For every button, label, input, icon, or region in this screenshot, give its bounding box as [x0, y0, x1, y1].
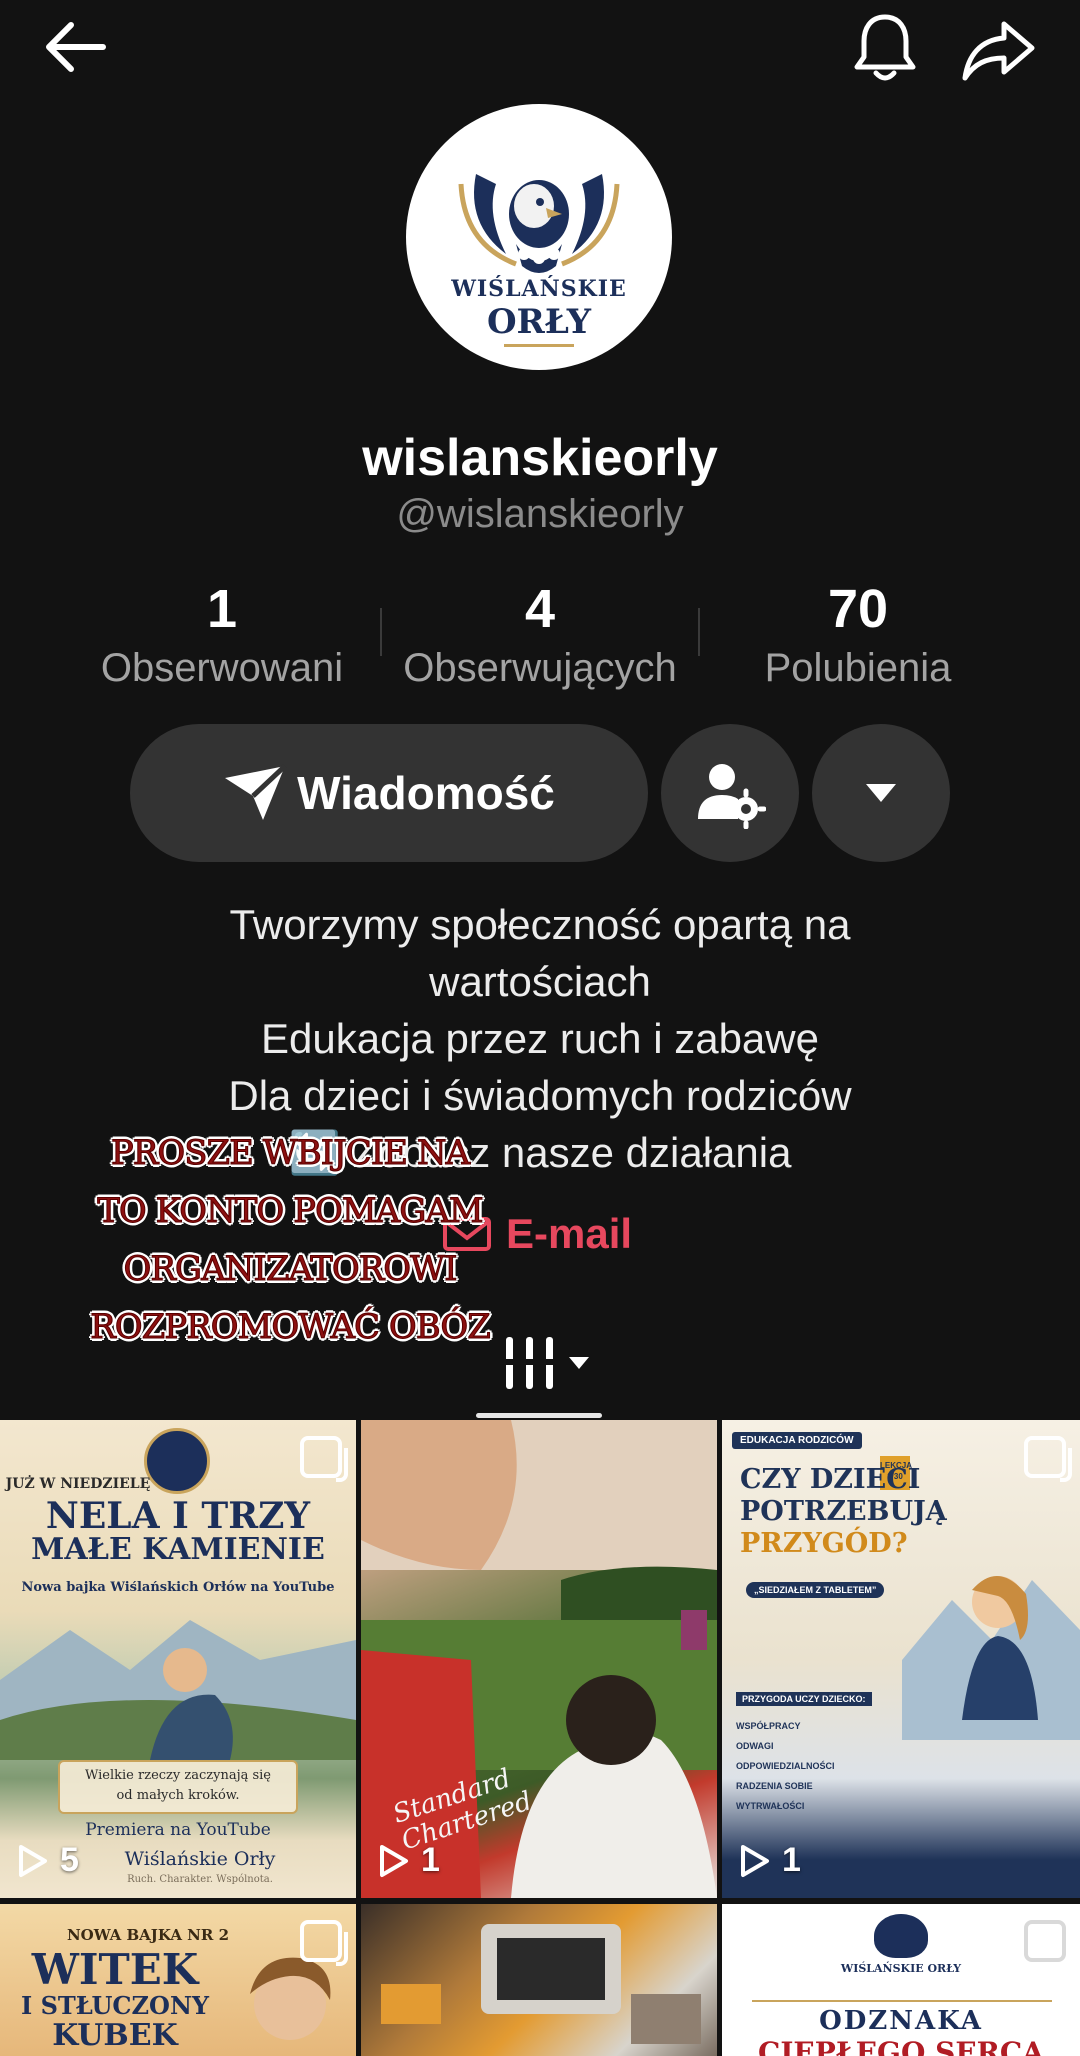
stat-label: Polubienia: [764, 646, 952, 690]
poster-title-line: MAŁE KAMIENIE: [31, 1532, 325, 1567]
poster-title: WITEK I STŁUCZONY KUBEK: [20, 1948, 210, 2052]
view-count-value: 5: [60, 1841, 79, 1879]
skill-item: WYTRWAŁOŚCI: [736, 1801, 805, 1811]
poster-title-line: KUBEK: [52, 2018, 178, 2053]
more-options-button[interactable]: [812, 724, 950, 862]
quote-tag: „SIEDZIAŁEM Z TABLETEM”: [746, 1582, 885, 1598]
bell-icon: [854, 14, 916, 81]
email-link-label: E-mail: [506, 1210, 633, 1257]
poster-title-line: WITEK: [31, 1945, 199, 1994]
multi-photo-icon: [300, 1436, 348, 1482]
caret-down-icon: [569, 1357, 589, 1369]
video-thumbnail[interactable]: JUŻ W NIEDZIELĘ NELA I TRZY MAŁE KAMIENI…: [0, 1420, 356, 1898]
poster-brand: Wiślańskie Orły: [124, 1848, 276, 1870]
poster-title-line: POTRZEBUJĄ: [740, 1496, 947, 1527]
share-button[interactable]: [955, 10, 1040, 90]
message-button-label: Wiadomość: [297, 767, 555, 819]
view-count: 1: [379, 1841, 440, 1880]
stat-divider: [380, 608, 382, 656]
view-count-value: 1: [782, 1841, 801, 1879]
multi-photo-icon: [1024, 1436, 1072, 1482]
poster-subtitle: Nowa bajka Wiślańskich Orłów na YouTube: [21, 1580, 335, 1595]
video-thumbnail[interactable]: NOWA BAJKA NR 2 WITEK I STŁUCZONY KUBEK: [0, 1904, 356, 2056]
profile-actions: Wiadomość: [0, 724, 1080, 864]
stat-label: Obserwujących: [403, 646, 677, 690]
play-icon: [380, 1844, 408, 1877]
child-illustration: [0, 1620, 356, 1760]
avatar-brand-line2: ORŁY: [486, 302, 592, 342]
stat-followers[interactable]: 4 Obserwujących: [380, 578, 700, 691]
caption-line: od małych kroków.: [116, 1788, 240, 1803]
caption-box: Wielkie rzeczy zaczynają się od małych k…: [58, 1760, 298, 1814]
play-icon: [741, 1844, 769, 1877]
overlay-line: ROZPROMOWAĆ OBÓZ: [90, 1307, 492, 1348]
user-settings-icon: [698, 764, 766, 829]
video-thumbnail[interactable]: [361, 1904, 717, 2056]
avatar-underline: [504, 344, 574, 347]
view-count: 5: [18, 1841, 79, 1880]
username-handle: @wislanskieorly: [396, 492, 684, 536]
section-heading: PRZYGODA UCZY DZIECKO:: [736, 1692, 872, 1706]
poster-title-line: CZY DZIECI: [740, 1464, 921, 1495]
back-button[interactable]: [36, 12, 116, 82]
photo-scene: [381, 1924, 701, 2044]
bio-line: Tworzymy społeczność opartą na: [229, 901, 851, 948]
poster-header: JUŻ W NIEDZIELĘ: [5, 1476, 151, 1492]
poster-title-line: ODZNAKA: [819, 2006, 983, 2036]
top-bar: [0, 0, 1080, 90]
avatar-brand-line1: WIŚLAŃSKIE: [451, 276, 627, 302]
multi-photo-icon: [300, 1920, 348, 1966]
stat-likes: 70 Polubienia: [698, 578, 1018, 691]
poster-title-line: NELA I TRZY: [45, 1495, 311, 1537]
caption-line: Wielkie rzeczy zaczynają się: [85, 1768, 271, 1783]
girl-illustration: [902, 1575, 1080, 1740]
poster-motto: Ruch. Charakter. Wspólnota.: [127, 1874, 273, 1885]
multi-photo-icon: [1024, 1920, 1072, 1966]
video-thumbnail[interactable]: EDUKACJA RODZICÓW LEKCJA 2/30 CZY DZIECI…: [722, 1420, 1080, 1898]
poster-divider: [752, 2000, 1052, 2002]
bio-line: wartościach: [429, 958, 651, 1005]
skill-item: WSPÓŁPRACY: [736, 1721, 801, 1731]
poster-brand: WIŚLAŃSKIE ORŁY: [840, 1962, 962, 1975]
display-name: wislanskieorly: [362, 429, 718, 487]
eagle-logo-icon: [874, 1914, 928, 1958]
stat-label: Obserwowani: [100, 646, 344, 690]
message-button[interactable]: Wiadomość: [130, 724, 648, 862]
arrow-left-icon: [46, 22, 106, 72]
share-arrow-icon: [962, 21, 1034, 81]
poster-title-line: I STŁUCZONY: [20, 1991, 210, 2020]
skill-item: RADZENIA SOBIE: [736, 1781, 813, 1791]
stat-value: 4: [524, 579, 556, 639]
profile-stats: 1 Obserwowani 4 Obserwujących 70 Polubie…: [0, 578, 1080, 698]
view-count-value: 1: [421, 1841, 440, 1879]
poster-footer: Premiera na YouTube: [85, 1820, 271, 1840]
overlay-sticker-text: PROSZE WBIJCIE NA TO KONTO POMAGAM ORGAN…: [60, 1124, 520, 1356]
skills-list: WSPÓŁPRACY ODWAGI ODPOWIEDZIALNOŚCI RADZ…: [736, 1716, 906, 1816]
stat-divider: [698, 608, 700, 656]
play-icon: [19, 1844, 47, 1877]
video-thumbnail[interactable]: WIŚLAŃSKIE ORŁY ODZNAKA CIEPŁEGO SERCA: [722, 1904, 1080, 2056]
bio-line: Edukacja przez ruch i zabawę: [261, 1015, 819, 1062]
poster-title-line: CIEPŁEGO SERCA: [758, 2036, 1044, 2056]
bio-line: Dla dzieci i świadomych rodziców: [228, 1072, 852, 1119]
overlay-line: TO KONTO POMAGAM: [97, 1191, 484, 1232]
user-settings-button[interactable]: [661, 724, 799, 862]
skill-item: ODPOWIEDZIALNOŚCI: [736, 1761, 835, 1771]
video-thumbnail[interactable]: Standard Chartered 1: [361, 1420, 717, 1898]
send-icon: [225, 764, 287, 820]
view-count: 1: [740, 1841, 801, 1880]
video-grid: JUŻ W NIEDZIELĘ NELA I TRZY MAŁE KAMIENI…: [0, 1420, 1080, 2056]
skill-item: ODWAGI: [736, 1741, 774, 1751]
avatar[interactable]: WIŚLAŃSKIE ORŁY: [406, 104, 672, 370]
caret-down-icon: [866, 784, 896, 802]
stat-value: 1: [206, 579, 238, 639]
stat-following[interactable]: 1 Obserwowani: [62, 578, 382, 691]
notifications-button[interactable]: [845, 8, 925, 88]
overlay-line: PROSZE WBIJCIE NA: [110, 1133, 470, 1174]
poster-tag: EDUKACJA RODZICÓW: [732, 1432, 862, 1449]
stat-value: 70: [827, 579, 889, 639]
overlay-line: ORGANIZATOROWI: [123, 1249, 458, 1290]
active-tab-indicator: [476, 1413, 602, 1418]
